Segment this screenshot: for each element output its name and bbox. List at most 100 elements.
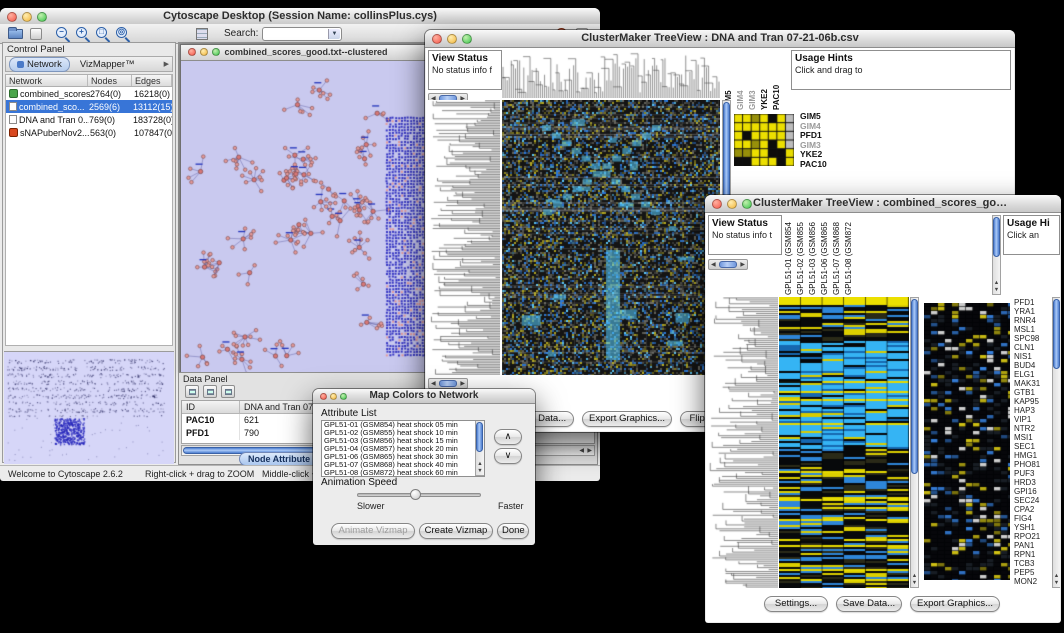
dendrogram-h-scrollbar[interactable]: ◀ ▶ [708,259,748,270]
zoom-in-icon[interactable]: + [76,27,91,42]
scroll-right-icon[interactable]: ▶ [458,380,467,387]
gene-label[interactable]: BUD4 [1014,361,1040,370]
gene-label[interactable]: KAP95 [1014,397,1040,406]
attribute-list-item[interactable]: GPL51-08 (GSM872) heat shock 60 min [322,469,484,477]
annotation-icon[interactable] [196,28,208,40]
move-up-button[interactable]: ∧ [494,429,522,445]
selected-cluster-heatmap[interactable] [734,114,794,166]
column-dendrogram-canvas[interactable] [502,50,720,98]
combined_scores[interactable]: combined_scores 2764(0) 16218(0) [6,87,172,100]
gene-label[interactable]: PHO81 [1014,460,1040,469]
secondary-heatmap-canvas[interactable] [924,303,1010,580]
treeview-dna-titlebar[interactable]: ClusterMaker TreeView : DNA and Tran 07-… [425,30,1015,48]
scroll-left-icon[interactable]: ◀ [579,447,584,454]
zoom-fit-icon[interactable]: □ [96,27,111,42]
scroll-left-icon[interactable]: ◀ [709,261,718,268]
attribute-function-icon[interactable] [221,385,235,398]
scroll-right-icon[interactable]: ▶ [738,261,747,268]
map-colors-titlebar[interactable]: Map Colors to Network [313,389,535,404]
select-attributes-icon[interactable] [185,385,199,398]
tab-overflow-icon[interactable]: ▶ [164,60,169,68]
scroll-down-icon[interactable]: ▼ [476,468,484,474]
gene-label[interactable]: PAC10 [800,160,827,170]
dendrogram-h-scrollbar-bottom[interactable]: ◀ ▶ [428,378,468,389]
scrollbar-thumb[interactable] [1053,299,1060,369]
network-view-titlebar[interactable]: combined_scores_good.txt--clustered [181,45,431,61]
zoom-button[interactable] [462,34,472,44]
save-session-icon[interactable] [30,28,42,40]
close-button[interactable] [432,34,442,44]
zoom-button[interactable] [742,199,752,209]
gene-label[interactable]: HMG1 [1014,451,1040,460]
gene-label[interactable]: PAN1 [1014,541,1040,550]
gene-label[interactable]: PFD1 [1014,298,1040,307]
tab-vizmapper[interactable]: VizMapper™ [73,58,142,71]
done-button[interactable]: Done [497,523,529,539]
gene-label[interactable]: MSL1 [1014,325,1040,334]
row-dendrogram-canvas[interactable] [708,297,778,588]
gene-label[interactable]: PEP5 [1014,568,1040,577]
tab-network[interactable]: Network [9,57,70,72]
gene-list-v-scrollbar[interactable]: ▲ ▼ [1052,297,1060,588]
scroll-up-icon[interactable]: ▲ [911,573,918,579]
gene-label[interactable]: HRD3 [1014,478,1040,487]
scrollbar-thumb[interactable] [439,380,458,387]
settings-button[interactable]: Settings... [764,596,828,612]
create-attribute-icon[interactable] [203,385,217,398]
minimize-button[interactable] [22,12,32,22]
zoom-selected-icon[interactable]: ◎ [116,27,131,42]
scrollbar-thumb[interactable] [993,217,1000,257]
attribute-list-scrollbar[interactable]: ▲ ▼ [475,421,484,476]
animation-speed-slider-thumb[interactable] [410,489,421,500]
close-button[interactable] [7,12,17,22]
gene-label[interactable]: MAK31 [1014,379,1040,388]
sNAPuberNov2...[interactable]: sNAPuberNov2... 563(0) 107847(0) [6,126,172,139]
minimize-button[interactable] [330,393,337,400]
move-down-button[interactable]: ∨ [494,448,522,464]
search-combobox[interactable]: ▼ [262,27,342,41]
gene-label[interactable]: FIG4 [1014,514,1040,523]
minimize-button[interactable] [200,48,208,56]
gene-label[interactable]: VIP1 [1014,415,1040,424]
create-vizmap-button[interactable]: Create Vizmap [419,523,493,539]
gene-label[interactable]: YSH1 [1014,523,1040,532]
minimize-button[interactable] [727,199,737,209]
scroll-down-icon[interactable]: ▼ [993,287,1000,293]
gene-label[interactable]: HAP3 [1014,406,1040,415]
network-overview-thumbnail[interactable] [4,351,174,464]
scroll-right-icon[interactable]: ▶ [587,447,592,454]
gene-label[interactable]: RNR4 [1014,316,1040,325]
gene-label[interactable]: TCB3 [1014,559,1040,568]
zoom-button[interactable] [37,12,47,22]
minimize-button[interactable] [447,34,457,44]
gene-label[interactable]: CLN1 [1014,343,1040,352]
gene-label[interactable]: PUF3 [1014,469,1040,478]
gene-label[interactable]: NIS1 [1014,352,1040,361]
gene-label[interactable]: MON2 [1014,577,1040,586]
scrollbar-thumb[interactable] [476,422,483,452]
row-dendrogram-canvas[interactable] [428,100,500,375]
close-button[interactable] [320,393,327,400]
close-button[interactable] [712,199,722,209]
treeview-combined-titlebar[interactable]: ClusterMaker TreeView : combined_scores_… [705,195,1061,213]
heatmap-canvas[interactable] [502,100,720,375]
scroll-left-icon[interactable]: ◀ [429,380,438,387]
heatmap-canvas[interactable] [779,297,909,588]
gene-label[interactable]: GPI16 [1014,487,1040,496]
scroll-down-icon[interactable]: ▼ [911,580,918,586]
gene-label[interactable]: SEC24 [1014,496,1040,505]
gene-label[interactable]: GTB1 [1014,388,1040,397]
search-dropdown-icon[interactable]: ▼ [328,29,340,39]
zoom-out-icon[interactable]: − [56,27,71,42]
heatmap-v-scrollbar[interactable]: ▲ ▼ [910,297,919,588]
scroll-up-icon[interactable]: ▲ [993,280,1000,286]
open-session-icon[interactable] [8,29,23,39]
zoom-button[interactable] [212,48,220,56]
animate-vizmap-button[interactable]: Animate Vizmap [331,523,415,539]
gene-label[interactable]: RPN1 [1014,550,1040,559]
network-canvas[interactable] [181,61,431,372]
close-button[interactable] [188,48,196,56]
gene-label[interactable]: YRA1 [1014,307,1040,316]
scrollbar-thumb[interactable] [719,261,738,268]
gene-label[interactable]: SEC1 [1014,442,1040,451]
